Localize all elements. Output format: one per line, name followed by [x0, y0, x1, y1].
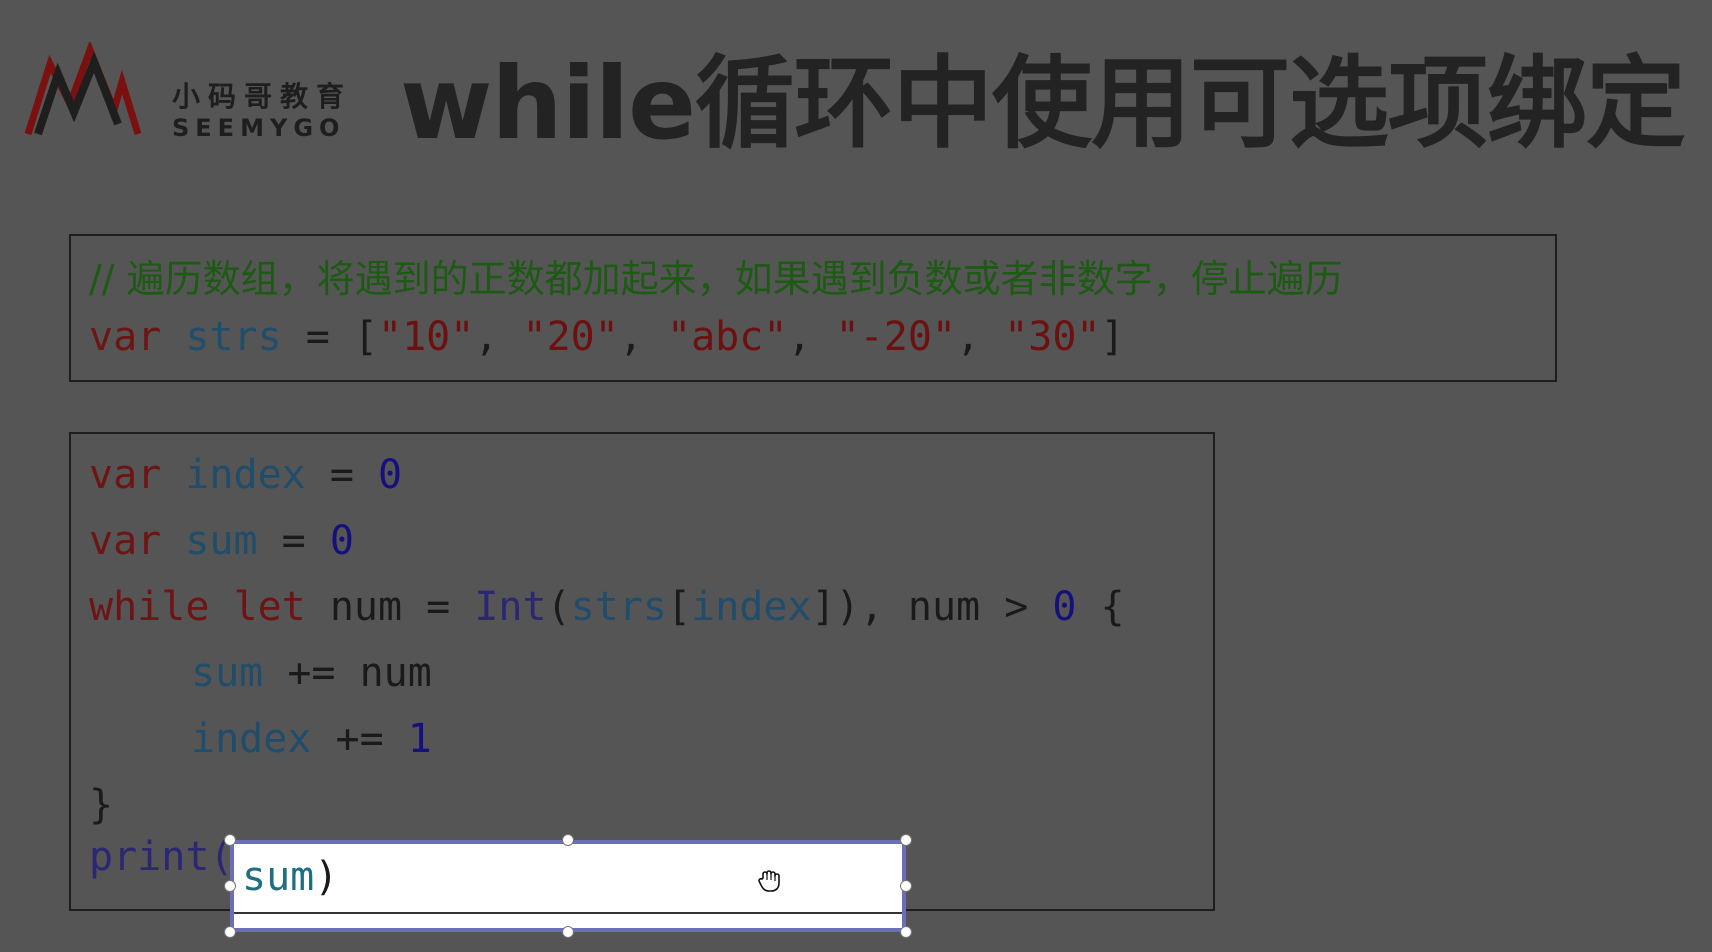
keyword: var: [89, 518, 162, 564]
paren: (: [546, 584, 571, 630]
separator: ,: [474, 314, 523, 360]
seemygo-logo: 小码哥教育 SEEMYGO: [22, 42, 352, 142]
code-line-strs: var strs = ["10", "20", "abc", "-20", "3…: [89, 314, 1125, 360]
brace: }: [89, 782, 114, 828]
keyword: var: [89, 314, 162, 360]
code-line-print: print(: [89, 834, 234, 880]
separator: ,: [618, 314, 667, 360]
logo-text-cn: 小码哥教育: [172, 80, 353, 113]
identifier: sum: [185, 518, 258, 564]
string-literal: "30": [1004, 314, 1101, 360]
brace: {: [1076, 584, 1125, 630]
string-literal: "-20": [835, 314, 957, 360]
resize-handle-top-left[interactable]: [224, 834, 236, 846]
resize-handle-bottom-right[interactable]: [900, 926, 912, 938]
separator: ,: [956, 314, 1005, 360]
number-literal: 1: [407, 716, 432, 762]
operator: =: [305, 452, 379, 498]
identifier: index: [691, 584, 812, 630]
identifier: strs: [185, 314, 282, 360]
code-line-sum: var sum = 0: [89, 518, 354, 564]
resize-handle-bottom-left[interactable]: [224, 926, 236, 938]
code-line-close: }: [89, 782, 113, 828]
identifier: index: [191, 716, 312, 762]
function-name: Int: [474, 584, 547, 630]
identifier: index: [185, 452, 306, 498]
operator: =: [257, 518, 330, 564]
identifier: strs: [570, 584, 668, 630]
string-literal: "abc": [667, 314, 788, 360]
edit-box-divider: [234, 912, 902, 914]
selected-text-box[interactable]: sum): [230, 840, 906, 932]
resize-handle-top[interactable]: [562, 834, 574, 846]
slide-title: while循环中使用可选项绑定: [400, 45, 1686, 162]
code-line-while: while let num = Int(strs[index]), num > …: [89, 584, 1125, 630]
code-line-index-add: index += 1: [191, 716, 432, 762]
logo-text-en: SEEMYGO: [172, 114, 346, 142]
code-line-sum-add: sum += num: [191, 650, 432, 696]
identifier: sum: [191, 650, 264, 696]
resize-handle-bottom[interactable]: [562, 926, 574, 938]
code-block-array: // 遍历数组，将遇到的正数都加起来，如果遇到负数或者非数字，停止遍历 var …: [69, 234, 1557, 382]
bracket: [: [667, 584, 692, 630]
code-comment: // 遍历数组，将遇到的正数都加起来，如果遇到负数或者非数字，停止遍历: [89, 257, 1343, 301]
hand-grab-icon: [758, 870, 780, 892]
keyword: while: [89, 584, 210, 630]
string-literal: "20": [522, 314, 619, 360]
number-literal: 0: [1052, 584, 1077, 630]
code-line-index: var index = 0: [89, 452, 402, 498]
separator: ,: [787, 314, 836, 360]
function-name: print(: [89, 834, 234, 880]
keyword: let: [233, 584, 306, 630]
number-literal: 0: [329, 518, 354, 564]
code-text: ]), num >: [811, 584, 1053, 630]
resize-handle-left[interactable]: [224, 880, 236, 892]
code-text: += num: [263, 650, 432, 696]
logo-mark-icon: [24, 42, 142, 136]
resize-handle-right[interactable]: [900, 880, 912, 892]
operator: +=: [311, 716, 408, 762]
number-literal: 0: [378, 452, 403, 498]
string-literal: "10": [378, 314, 475, 360]
code-text: num =: [305, 584, 475, 630]
identifier: sum: [242, 854, 315, 900]
paren: ): [314, 854, 339, 900]
operator: = [: [281, 314, 378, 360]
keyword: var: [89, 452, 162, 498]
bracket: ]: [1100, 314, 1125, 360]
resize-handle-top-right[interactable]: [900, 834, 912, 846]
edit-box-text[interactable]: sum): [242, 854, 338, 900]
